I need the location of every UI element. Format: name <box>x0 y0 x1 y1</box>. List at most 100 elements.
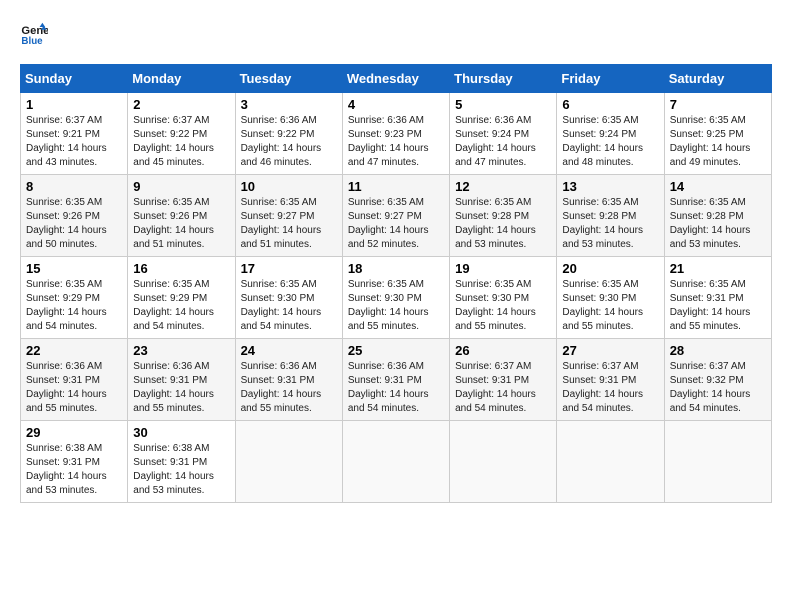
day-number: 24 <box>241 343 337 358</box>
day-number: 1 <box>26 97 122 112</box>
day-number: 7 <box>670 97 766 112</box>
day-info: Sunrise: 6:35 AMSunset: 9:25 PMDaylight:… <box>670 114 766 170</box>
day-number: 9 <box>133 179 229 194</box>
calendar-cell <box>557 421 664 503</box>
day-info: Sunrise: 6:35 AMSunset: 9:27 PMDaylight:… <box>241 196 337 252</box>
day-number: 8 <box>26 179 122 194</box>
logo-icon: General Blue <box>20 20 48 48</box>
calendar-cell: 12 Sunrise: 6:35 AMSunset: 9:28 PMDaylig… <box>450 175 557 257</box>
calendar-cell: 10 Sunrise: 6:35 AMSunset: 9:27 PMDaylig… <box>235 175 342 257</box>
day-info: Sunrise: 6:35 AMSunset: 9:29 PMDaylight:… <box>26 278 122 334</box>
calendar-cell: 29 Sunrise: 6:38 AMSunset: 9:31 PMDaylig… <box>21 421 128 503</box>
day-info: Sunrise: 6:37 AMSunset: 9:21 PMDaylight:… <box>26 114 122 170</box>
calendar-cell: 13 Sunrise: 6:35 AMSunset: 9:28 PMDaylig… <box>557 175 664 257</box>
calendar-cell: 30 Sunrise: 6:38 AMSunset: 9:31 PMDaylig… <box>128 421 235 503</box>
calendar-cell: 21 Sunrise: 6:35 AMSunset: 9:31 PMDaylig… <box>664 257 771 339</box>
day-number: 23 <box>133 343 229 358</box>
calendar-cell: 7 Sunrise: 6:35 AMSunset: 9:25 PMDayligh… <box>664 93 771 175</box>
day-info: Sunrise: 6:35 AMSunset: 9:26 PMDaylight:… <box>26 196 122 252</box>
day-info: Sunrise: 6:35 AMSunset: 9:28 PMDaylight:… <box>455 196 551 252</box>
day-info: Sunrise: 6:38 AMSunset: 9:31 PMDaylight:… <box>133 442 229 498</box>
day-info: Sunrise: 6:37 AMSunset: 9:32 PMDaylight:… <box>670 360 766 416</box>
day-number: 22 <box>26 343 122 358</box>
calendar-cell: 5 Sunrise: 6:36 AMSunset: 9:24 PMDayligh… <box>450 93 557 175</box>
calendar-cell: 19 Sunrise: 6:35 AMSunset: 9:30 PMDaylig… <box>450 257 557 339</box>
day-info: Sunrise: 6:35 AMSunset: 9:30 PMDaylight:… <box>455 278 551 334</box>
day-number: 2 <box>133 97 229 112</box>
day-number: 20 <box>562 261 658 276</box>
calendar-cell: 3 Sunrise: 6:36 AMSunset: 9:22 PMDayligh… <box>235 93 342 175</box>
calendar-cell: 16 Sunrise: 6:35 AMSunset: 9:29 PMDaylig… <box>128 257 235 339</box>
day-number: 10 <box>241 179 337 194</box>
day-info: Sunrise: 6:35 AMSunset: 9:27 PMDaylight:… <box>348 196 444 252</box>
day-number: 14 <box>670 179 766 194</box>
day-info: Sunrise: 6:35 AMSunset: 9:26 PMDaylight:… <box>133 196 229 252</box>
calendar-table: SundayMondayTuesdayWednesdayThursdayFrid… <box>20 64 772 503</box>
calendar-cell: 26 Sunrise: 6:37 AMSunset: 9:31 PMDaylig… <box>450 339 557 421</box>
day-info: Sunrise: 6:36 AMSunset: 9:23 PMDaylight:… <box>348 114 444 170</box>
day-number: 18 <box>348 261 444 276</box>
logo: General Blue <box>20 20 52 48</box>
calendar-cell: 27 Sunrise: 6:37 AMSunset: 9:31 PMDaylig… <box>557 339 664 421</box>
day-number: 6 <box>562 97 658 112</box>
weekday-header-wednesday: Wednesday <box>342 65 449 93</box>
day-number: 13 <box>562 179 658 194</box>
weekday-header-thursday: Thursday <box>450 65 557 93</box>
day-info: Sunrise: 6:35 AMSunset: 9:30 PMDaylight:… <box>348 278 444 334</box>
calendar-cell: 25 Sunrise: 6:36 AMSunset: 9:31 PMDaylig… <box>342 339 449 421</box>
weekday-header-sunday: Sunday <box>21 65 128 93</box>
day-info: Sunrise: 6:35 AMSunset: 9:28 PMDaylight:… <box>670 196 766 252</box>
day-number: 28 <box>670 343 766 358</box>
day-info: Sunrise: 6:37 AMSunset: 9:31 PMDaylight:… <box>455 360 551 416</box>
day-info: Sunrise: 6:38 AMSunset: 9:31 PMDaylight:… <box>26 442 122 498</box>
day-info: Sunrise: 6:35 AMSunset: 9:31 PMDaylight:… <box>670 278 766 334</box>
calendar-cell: 20 Sunrise: 6:35 AMSunset: 9:30 PMDaylig… <box>557 257 664 339</box>
day-info: Sunrise: 6:36 AMSunset: 9:31 PMDaylight:… <box>26 360 122 416</box>
svg-text:Blue: Blue <box>21 36 43 47</box>
day-number: 4 <box>348 97 444 112</box>
day-number: 21 <box>670 261 766 276</box>
day-number: 15 <box>26 261 122 276</box>
calendar-cell: 24 Sunrise: 6:36 AMSunset: 9:31 PMDaylig… <box>235 339 342 421</box>
day-number: 25 <box>348 343 444 358</box>
day-info: Sunrise: 6:36 AMSunset: 9:31 PMDaylight:… <box>133 360 229 416</box>
calendar-cell: 8 Sunrise: 6:35 AMSunset: 9:26 PMDayligh… <box>21 175 128 257</box>
day-number: 5 <box>455 97 551 112</box>
day-info: Sunrise: 6:36 AMSunset: 9:31 PMDaylight:… <box>241 360 337 416</box>
day-number: 12 <box>455 179 551 194</box>
day-info: Sunrise: 6:37 AMSunset: 9:31 PMDaylight:… <box>562 360 658 416</box>
calendar-cell: 23 Sunrise: 6:36 AMSunset: 9:31 PMDaylig… <box>128 339 235 421</box>
day-number: 11 <box>348 179 444 194</box>
calendar-cell: 15 Sunrise: 6:35 AMSunset: 9:29 PMDaylig… <box>21 257 128 339</box>
day-info: Sunrise: 6:37 AMSunset: 9:22 PMDaylight:… <box>133 114 229 170</box>
calendar-cell <box>342 421 449 503</box>
day-number: 27 <box>562 343 658 358</box>
calendar-cell <box>664 421 771 503</box>
day-number: 19 <box>455 261 551 276</box>
calendar-cell: 17 Sunrise: 6:35 AMSunset: 9:30 PMDaylig… <box>235 257 342 339</box>
calendar-cell: 9 Sunrise: 6:35 AMSunset: 9:26 PMDayligh… <box>128 175 235 257</box>
calendar-cell: 1 Sunrise: 6:37 AMSunset: 9:21 PMDayligh… <box>21 93 128 175</box>
day-number: 26 <box>455 343 551 358</box>
day-info: Sunrise: 6:36 AMSunset: 9:24 PMDaylight:… <box>455 114 551 170</box>
day-info: Sunrise: 6:35 AMSunset: 9:28 PMDaylight:… <box>562 196 658 252</box>
calendar-cell: 14 Sunrise: 6:35 AMSunset: 9:28 PMDaylig… <box>664 175 771 257</box>
page-header: General Blue <box>20 20 772 48</box>
weekday-header-saturday: Saturday <box>664 65 771 93</box>
day-number: 30 <box>133 425 229 440</box>
day-info: Sunrise: 6:36 AMSunset: 9:22 PMDaylight:… <box>241 114 337 170</box>
day-info: Sunrise: 6:35 AMSunset: 9:30 PMDaylight:… <box>562 278 658 334</box>
calendar-cell: 6 Sunrise: 6:35 AMSunset: 9:24 PMDayligh… <box>557 93 664 175</box>
calendar-cell: 22 Sunrise: 6:36 AMSunset: 9:31 PMDaylig… <box>21 339 128 421</box>
day-number: 16 <box>133 261 229 276</box>
weekday-header-monday: Monday <box>128 65 235 93</box>
day-info: Sunrise: 6:35 AMSunset: 9:29 PMDaylight:… <box>133 278 229 334</box>
calendar-cell: 18 Sunrise: 6:35 AMSunset: 9:30 PMDaylig… <box>342 257 449 339</box>
calendar-cell <box>450 421 557 503</box>
calendar-cell: 11 Sunrise: 6:35 AMSunset: 9:27 PMDaylig… <box>342 175 449 257</box>
calendar-cell: 28 Sunrise: 6:37 AMSunset: 9:32 PMDaylig… <box>664 339 771 421</box>
day-number: 3 <box>241 97 337 112</box>
day-number: 29 <box>26 425 122 440</box>
weekday-header-tuesday: Tuesday <box>235 65 342 93</box>
calendar-cell: 2 Sunrise: 6:37 AMSunset: 9:22 PMDayligh… <box>128 93 235 175</box>
